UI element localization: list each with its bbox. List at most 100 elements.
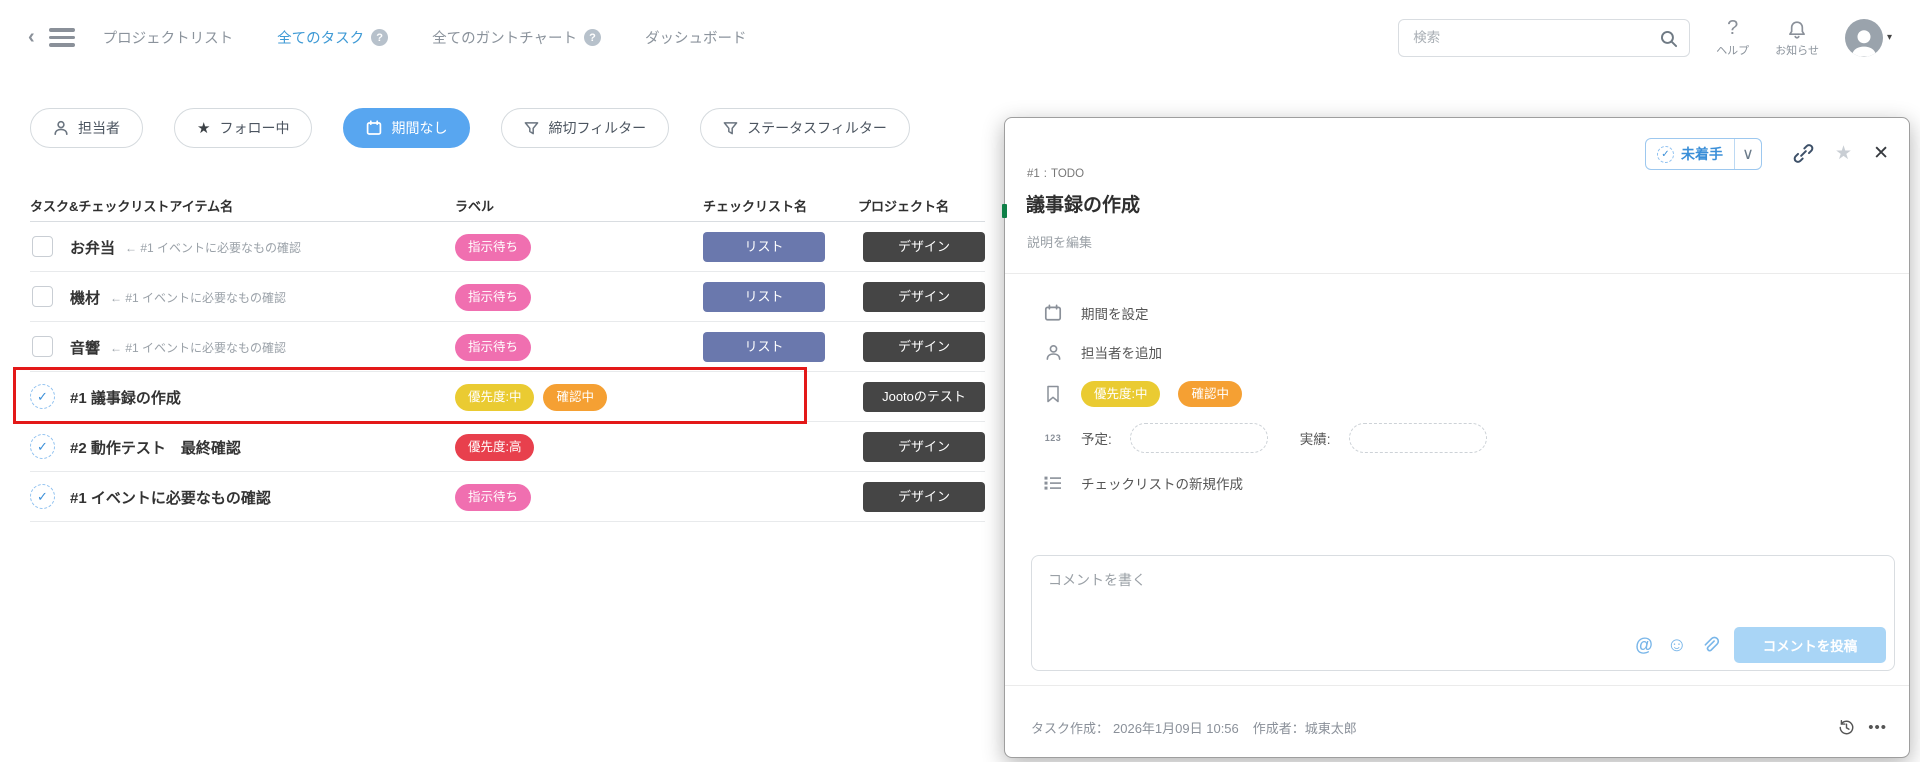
link-icon[interactable] [1793, 143, 1814, 164]
search-input[interactable] [1398, 19, 1690, 57]
history-icon[interactable] [1838, 719, 1855, 736]
modal-footer: タスク作成： 2026年1月09日 10:56 作成者： 城東太郎 ••• [1031, 718, 1887, 737]
task-name[interactable]: 音響 [70, 337, 100, 358]
person-icon [1043, 344, 1063, 361]
mention-icon[interactable]: @ [1635, 635, 1653, 656]
row-check-icon[interactable]: ✓ [30, 434, 55, 459]
project-badge[interactable]: Jootoのテスト [863, 382, 985, 412]
project-badge[interactable]: デザイン [863, 282, 985, 312]
status-filter-button[interactable]: ステータスフィルター [700, 108, 910, 148]
following-filter-button[interactable]: ★ フォロー中 [174, 108, 312, 148]
edge-marker [1002, 204, 1007, 218]
calendar-icon [1043, 304, 1063, 322]
attachment-icon[interactable] [1701, 636, 1720, 655]
table-header: タスク&チェックリストアイテム名 ラベル チェックリスト名 プロジェクト名 [30, 196, 985, 222]
labels-row[interactable]: 優先度:中 確認中 [1043, 379, 1242, 409]
row-check-icon[interactable]: ✓ [30, 484, 55, 509]
table-row[interactable]: 音響 ← #1 イベントに必要なもの確認 指示待ち リスト デザイン [30, 322, 985, 372]
nav-all-tasks[interactable]: 全てのタスク? [277, 27, 388, 48]
help-badge-icon[interactable]: ? [584, 29, 601, 46]
notifications-button[interactable]: お知らせ [1775, 18, 1819, 58]
status-label: 未着手 [1681, 144, 1723, 164]
label-badge: 優先度:中 [455, 384, 534, 411]
label-badge: 確認中 [543, 384, 607, 411]
more-options-icon[interactable]: ••• [1868, 719, 1887, 736]
label-badge: 指示待ち [455, 334, 531, 361]
task-parent-ref: ← #1 イベントに必要なもの確認 [110, 339, 286, 356]
close-icon[interactable]: ✕ [1873, 142, 1889, 165]
row-checkbox[interactable] [32, 236, 53, 257]
actual-input[interactable] [1349, 423, 1487, 453]
row-checkbox[interactable] [32, 286, 53, 307]
checklist-icon [1043, 475, 1063, 491]
question-icon: ? [1727, 18, 1738, 40]
collapse-sidebar-icon[interactable]: ‹ [28, 26, 35, 49]
add-assignee-row[interactable]: 担当者を追加 [1043, 337, 1162, 367]
bookmark-icon [1043, 385, 1063, 403]
table-row[interactable]: ✓ #2 動作テスト 最終確認 優先度:高 デザイン [30, 422, 985, 472]
label-badge: 指示待ち [455, 284, 531, 311]
project-badge[interactable]: デザイン [863, 332, 985, 362]
task-name[interactable]: #2 動作テスト 最終確認 [70, 437, 241, 458]
set-period-row[interactable]: 期間を設定 [1043, 298, 1149, 328]
search-icon [1659, 29, 1678, 48]
checklist-button[interactable]: リスト [703, 332, 825, 362]
column-header-label: ラベル [455, 196, 494, 215]
emoji-icon[interactable]: ☺ [1667, 634, 1687, 657]
nav-all-gantt[interactable]: 全てのガントチャート? [432, 27, 601, 48]
task-title: 議事録の作成 [1026, 190, 1140, 217]
favorite-star-icon[interactable]: ★ [1835, 142, 1852, 165]
star-icon: ★ [197, 119, 210, 137]
checklist-button[interactable]: リスト [703, 282, 825, 312]
bell-icon [1787, 18, 1807, 40]
search-box [1398, 19, 1690, 57]
table-row[interactable]: お弁当 ← #1 イベントに必要なもの確認 指示待ち リスト デザイン [30, 222, 985, 272]
table-row-selected[interactable]: ✓ #1 議事録の作成 優先度:中 確認中 Jootoのテスト [30, 372, 985, 422]
project-badge[interactable]: デザイン [863, 432, 985, 462]
task-name[interactable]: お弁当 [70, 237, 115, 258]
chevron-down-icon[interactable]: ∨ [1734, 139, 1761, 169]
calendar-icon [366, 120, 382, 136]
column-header-checklist: チェックリスト名 [703, 196, 807, 215]
table-row[interactable]: 機材← #1 イベントに必要なもの確認 指示待ち リスト デザイン [30, 272, 985, 322]
created-label: タスク作成： [1031, 718, 1109, 737]
app-window: ‹ プロジェクトリスト 全てのタスク? 全てのガントチャート? ダッシュボード … [0, 0, 1920, 762]
task-parent-ref: ← #1 イベントに必要なもの確認 [125, 239, 301, 256]
points-row: 123 予定: 実績: [1043, 423, 1487, 453]
deadline-filter-button[interactable]: 締切フィルター [501, 108, 669, 148]
label-badge: 確認中 [1178, 381, 1242, 407]
table-row[interactable]: ✓ #1 イベントに必要なもの確認 指示待ち デザイン [30, 472, 985, 522]
edit-description-link[interactable]: 説明を編集 [1027, 232, 1092, 251]
nav-dashboard[interactable]: ダッシュボード [645, 27, 747, 48]
project-badge[interactable]: デザイン [863, 232, 985, 262]
no-period-filter-button[interactable]: 期間なし [343, 108, 470, 148]
row-check-icon[interactable]: ✓ [30, 384, 55, 409]
divider [1005, 685, 1909, 686]
submit-comment-button[interactable]: コメントを投稿 [1734, 627, 1886, 663]
menu-icon[interactable] [49, 28, 75, 47]
new-checklist-row[interactable]: チェックリストの新規作成 [1043, 468, 1243, 498]
assignee-filter-button[interactable]: 担当者 [30, 108, 143, 148]
planned-input[interactable] [1130, 423, 1268, 453]
row-checkbox[interactable] [32, 336, 53, 357]
task-detail-modal: ✓ 未着手 ∨ ★ ✕ #1:TODO 議事録の作成 説明を編集 期間を設定 [1004, 117, 1910, 758]
label-badge: 指示待ち [455, 234, 531, 261]
task-name[interactable]: #1 イベントに必要なもの確認 [70, 487, 271, 508]
avatar [1845, 19, 1883, 57]
project-badge[interactable]: デザイン [863, 482, 985, 512]
account-menu[interactable]: ▾ [1845, 19, 1892, 57]
help-badge-icon[interactable]: ? [371, 29, 388, 46]
task-name[interactable]: #1 議事録の作成 [70, 387, 181, 408]
divider [1005, 273, 1909, 274]
author-label: 作成者： [1253, 718, 1305, 737]
list-name: TODO [1051, 168, 1084, 180]
nav-project-list[interactable]: プロジェクトリスト [103, 27, 234, 48]
checklist-button[interactable]: リスト [703, 232, 825, 262]
funnel-icon [524, 121, 539, 136]
person-icon [53, 120, 69, 136]
label-badge: 優先度:高 [455, 434, 534, 461]
status-dropdown[interactable]: ✓ 未着手 ∨ [1645, 138, 1762, 170]
column-header-project: プロジェクト名 [858, 196, 949, 215]
task-name[interactable]: 機材 [70, 287, 100, 308]
help-button[interactable]: ? ヘルプ [1716, 18, 1749, 58]
